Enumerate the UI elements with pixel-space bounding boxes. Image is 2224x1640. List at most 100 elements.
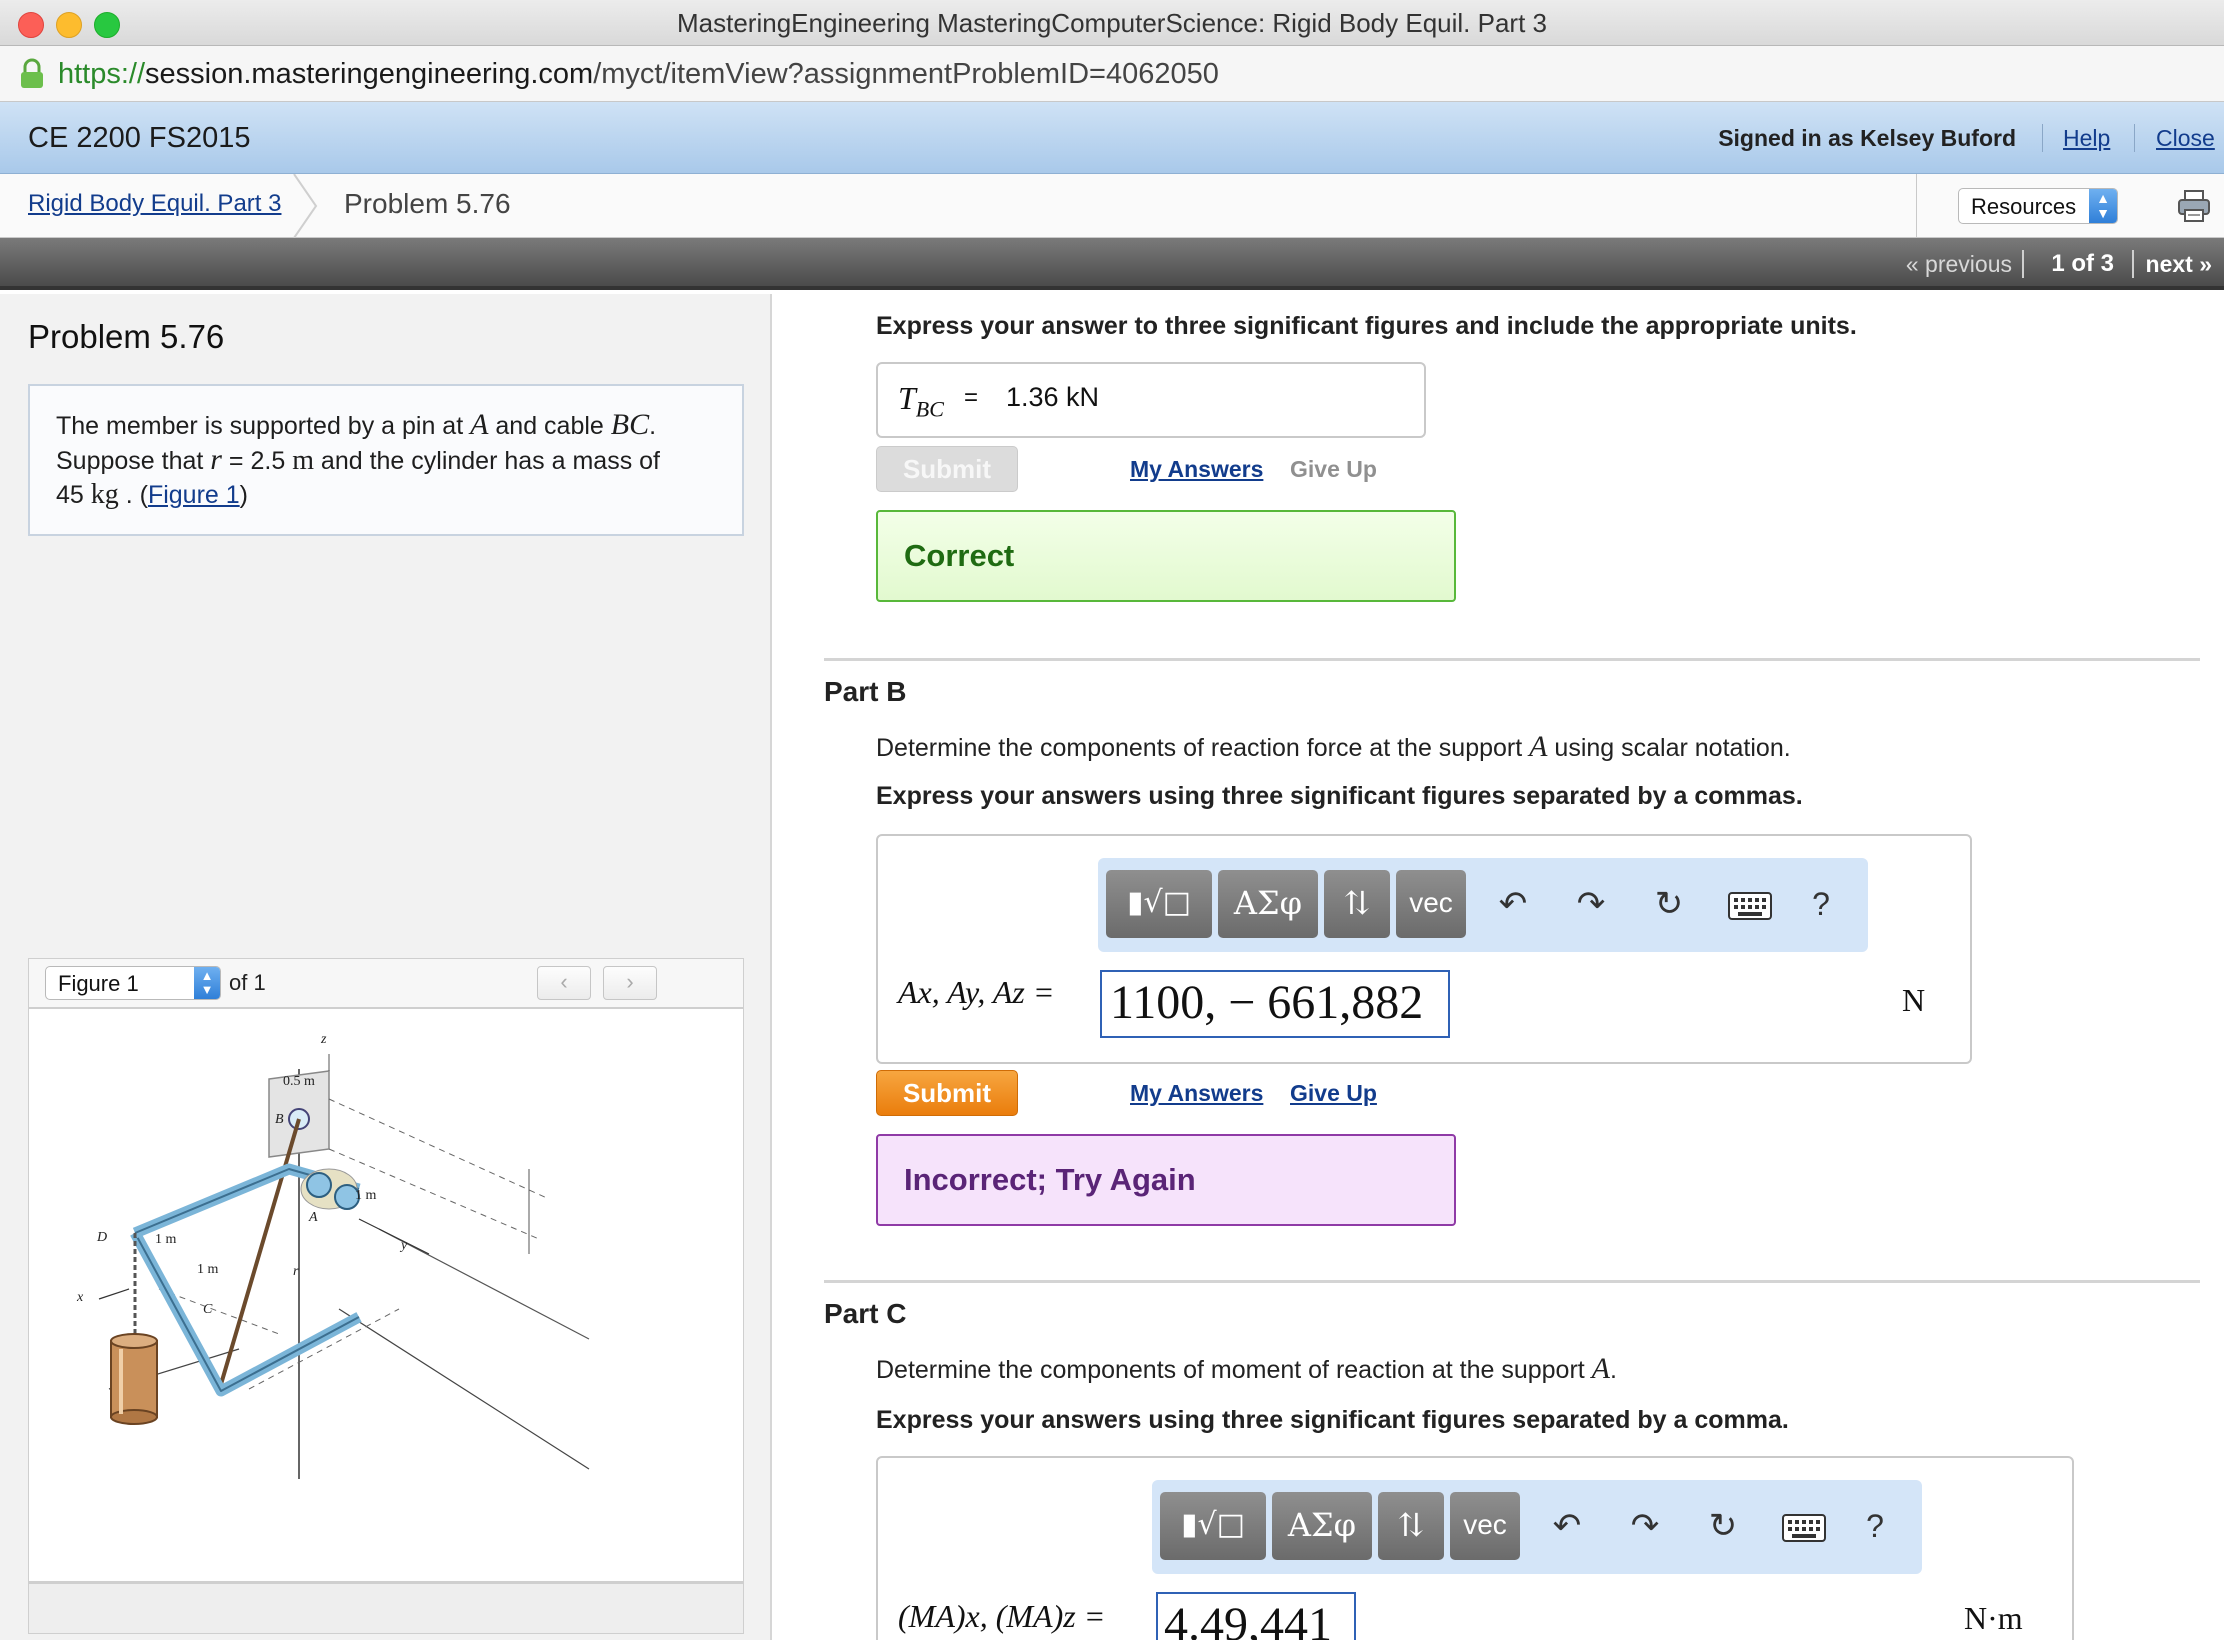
url-domain: session.masteringengineering.com (145, 58, 594, 90)
close-link[interactable]: Close (2156, 125, 2215, 152)
part-a-feedback-correct: Correct (876, 510, 1456, 602)
label-a: A (308, 1210, 318, 1225)
previous-link[interactable]: « previous (1906, 251, 2012, 278)
redo-icon[interactable]: ↷ (1622, 1504, 1668, 1550)
part-a-give-up-link[interactable]: Give Up (1290, 456, 1377, 483)
answer-pane: Express your answer to three significant… (774, 294, 2224, 1640)
problem-unit-m: m (292, 445, 314, 476)
course-header: CE 2200 FS2015 Signed in as Kelsey Bufor… (0, 102, 2224, 174)
part-b-answer-label: Ax, Ay, Az = (898, 974, 1055, 1010)
select-arrows-icon: ▲ ▼ (194, 967, 220, 999)
greek-symbols-button[interactable]: ΑΣφ (1218, 870, 1318, 938)
part-b-instruction: Express your answers using three signifi… (876, 782, 1803, 810)
problem-var-a: A (470, 408, 489, 441)
figure-select[interactable]: Figure 1 ▲ ▼ (45, 966, 221, 1000)
part-c-heading[interactable]: Part C (824, 1298, 906, 1330)
problem-text-part: . (649, 412, 657, 440)
problem-pane: Problem 5.76 The member is supported by … (0, 294, 772, 1640)
breadcrumb-chevron-icon (293, 174, 318, 238)
rigid-body-diagram: z 0.5 m B 1 m A D 1 m 1 m y r x C (76, 1032, 590, 1479)
part-b-give-up-link[interactable]: Give Up (1290, 1080, 1377, 1107)
figure-prev-button[interactable]: ‹ (537, 966, 591, 1000)
address-bar[interactable]: https://session.masteringengineering.com… (0, 46, 2224, 102)
part-a-answer-box: TBC = 1.36 kN (876, 362, 1426, 438)
select-arrows-icon: ▲ ▼ (2089, 189, 2117, 223)
nav-divider (2022, 250, 2024, 278)
part-c-description: Determine the components of moment of re… (876, 1352, 1617, 1386)
problem-text-part: ) (239, 481, 248, 509)
problem-text-part: 45 (56, 481, 91, 509)
problem-text: The member is supported by a pin at A an… (56, 408, 726, 512)
nav-divider (2132, 250, 2134, 278)
part-a-submit-button[interactable]: Submit (876, 446, 1018, 492)
templates-button[interactable]: ▮√□ (1160, 1492, 1266, 1560)
problem-title: Problem 5.76 (28, 318, 225, 355)
next-link[interactable]: next » (2146, 251, 2212, 278)
help-link[interactable]: Help (2063, 125, 2110, 152)
chevron-left-icon: ‹ (560, 969, 568, 994)
vector-button[interactable]: vec (1396, 870, 1466, 938)
subscript-superscript-button[interactable]: ⇅ (1378, 1492, 1444, 1560)
part-b-heading[interactable]: Part B (824, 676, 906, 708)
problem-text-part: Suppose that (56, 447, 211, 475)
undo-icon[interactable]: ↶ (1544, 1504, 1590, 1550)
problem-text-part: and the cylinder has a mass of (313, 447, 660, 475)
problem-position: 1 of 3 (2051, 250, 2114, 277)
header-divider (2042, 124, 2043, 152)
window-title: MasteringEngineering MasteringComputerSc… (677, 8, 1547, 38)
feedback-text: Incorrect; Try Again (904, 1162, 1196, 1197)
chevron-right-icon: › (626, 969, 634, 994)
vector-button[interactable]: vec (1450, 1492, 1520, 1560)
figure-image: z 0.5 m B 1 m A D 1 m 1 m y r x C (28, 1008, 744, 1582)
help-icon[interactable]: ? (1798, 882, 1844, 928)
figure-link[interactable]: Figure 1 (148, 481, 240, 509)
url-text[interactable]: https://session.masteringengineering.com… (58, 58, 1219, 91)
help-icon[interactable]: ? (1852, 1504, 1898, 1550)
signed-in-user: Signed in as Kelsey Buford (1718, 125, 2016, 151)
problem-var-r: r (210, 443, 222, 476)
redo-icon[interactable]: ↷ (1568, 882, 1614, 928)
part-c-desc-text: . (1610, 1356, 1617, 1384)
printer-icon[interactable] (2176, 188, 2212, 224)
part-c-answer-panel: ▮√□ ΑΣφ ⇅ vec ↶ ↷ ↻ ? (MA)x, (MA)z = 4.4… (876, 1456, 2074, 1640)
undo-icon[interactable]: ↶ (1490, 882, 1536, 928)
part-a-label-t: T (898, 380, 916, 416)
label-one-m-left: 1 m (155, 1232, 177, 1247)
keyboard-icon[interactable] (1728, 892, 1772, 920)
part-b-submit-button[interactable]: Submit (876, 1070, 1018, 1116)
problem-var-bc: BC (610, 408, 650, 441)
resources-select[interactable]: Resources ▲ ▼ (1958, 188, 2118, 224)
label-r: r (293, 1264, 299, 1279)
reset-icon[interactable]: ↻ (1700, 1504, 1746, 1550)
reset-icon[interactable]: ↻ (1646, 882, 1692, 928)
part-b-my-answers-link[interactable]: My Answers (1130, 1080, 1263, 1107)
templates-button[interactable]: ▮√□ (1106, 870, 1212, 938)
part-c-desc-text: Determine the components of moment of re… (876, 1356, 1592, 1384)
keyboard-icon[interactable] (1782, 1514, 1826, 1542)
figure-footer (28, 1582, 744, 1634)
part-c-answer-input[interactable]: 4.49,441 (1156, 1592, 1356, 1640)
part-b-feedback-incorrect: Incorrect; Try Again (876, 1134, 1456, 1226)
url-scheme: https:// (58, 58, 146, 90)
part-a-my-answers-link[interactable]: My Answers (1130, 456, 1263, 483)
breadcrumb-current: Problem 5.76 (344, 188, 511, 219)
subscript-superscript-button[interactable]: ⇅ (1324, 870, 1390, 938)
breadcrumb-assignment-link[interactable]: Rigid Body Equil. Part 3 (28, 190, 281, 218)
problem-statement: The member is supported by a pin at A an… (28, 384, 744, 536)
part-a-label: TBC (898, 380, 944, 422)
greek-symbols-button[interactable]: ΑΣφ (1272, 1492, 1372, 1560)
figure-next-button[interactable]: › (603, 966, 657, 1000)
part-divider (824, 1280, 2200, 1283)
part-b-answer-input[interactable]: 1100, − 661,882 (1100, 970, 1450, 1038)
problem-unit-kg: kg (90, 479, 119, 510)
part-b-desc-var: A (1529, 730, 1548, 763)
window-titlebar: MasteringEngineering MasteringComputerSc… (0, 0, 2224, 46)
part-b-description: Determine the components of reaction for… (876, 730, 1791, 764)
url-path: /myct/itemView?assignmentProblemID=40620… (593, 58, 1219, 90)
figure-toolbar: Figure 1 ▲ ▼ of 1 ‹ › (28, 958, 744, 1008)
part-c-answer-label: (MA)x, (MA)z = (898, 1598, 1106, 1634)
breadcrumb-divider (1916, 174, 1917, 238)
label-y: y (399, 1238, 408, 1253)
label-z: z (320, 1032, 327, 1047)
problem-text-part: The member is supported by a pin at (56, 412, 471, 440)
